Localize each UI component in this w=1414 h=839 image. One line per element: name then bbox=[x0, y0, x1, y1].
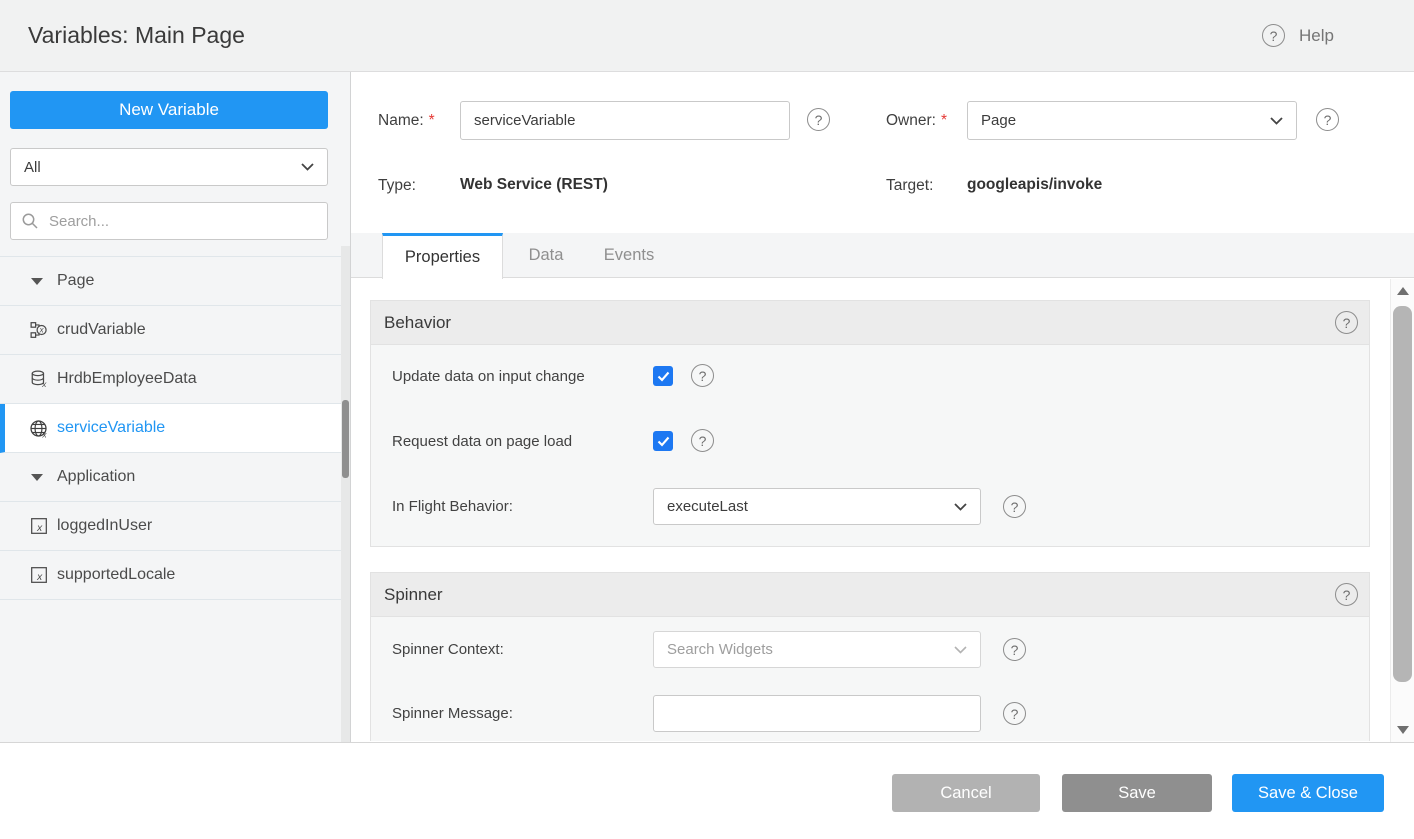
cancel-button[interactable]: Cancel bbox=[892, 774, 1040, 812]
help-button[interactable]: Help bbox=[1262, 0, 1334, 71]
group-label: Application bbox=[57, 468, 135, 486]
save-and-close-button[interactable]: Save & Close bbox=[1232, 774, 1384, 812]
name-label: Name:* bbox=[378, 101, 435, 140]
sidebar-scrollbar-thumb[interactable] bbox=[342, 400, 349, 478]
target-value: googleapis/invoke bbox=[967, 166, 1102, 204]
caret-down-icon bbox=[29, 272, 48, 291]
spinner-context-help-icon[interactable] bbox=[1003, 638, 1026, 661]
request-data-checkbox[interactable] bbox=[653, 431, 673, 451]
variable-label: loggedInUser bbox=[57, 517, 152, 535]
page-title: Variables: Main Page bbox=[28, 0, 245, 71]
sidebar-item-crudvariable[interactable]: x crudVariable bbox=[0, 306, 341, 355]
sidebar-group-page[interactable]: Page bbox=[0, 257, 341, 306]
request-data-label: Request data on page load bbox=[392, 423, 572, 460]
variable-label: HrdbEmployeeData bbox=[57, 370, 197, 388]
spinner-message-input[interactable] bbox=[653, 695, 981, 732]
behavior-help-icon[interactable] bbox=[1335, 311, 1358, 334]
help-label: Help bbox=[1299, 26, 1334, 46]
chevron-down-icon bbox=[954, 646, 967, 654]
scroll-down-icon[interactable] bbox=[1397, 726, 1409, 734]
spinner-title: Spinner bbox=[384, 585, 443, 605]
spinner-message-field bbox=[653, 695, 981, 732]
svg-text:x: x bbox=[41, 379, 47, 389]
save-button[interactable]: Save bbox=[1062, 774, 1212, 812]
variables-dialog: Variables: Main Page Help New Variable A… bbox=[0, 0, 1414, 839]
required-marker: * bbox=[941, 112, 947, 130]
name-input[interactable] bbox=[460, 101, 790, 140]
service-variable-icon: x bbox=[29, 419, 48, 438]
caret-down-icon bbox=[29, 468, 48, 487]
svg-text:x: x bbox=[41, 429, 47, 439]
chevron-down-icon bbox=[1270, 117, 1283, 125]
update-data-help-icon[interactable] bbox=[691, 364, 714, 387]
spinner-context-label: Spinner Context: bbox=[392, 631, 504, 668]
svg-text:x: x bbox=[36, 523, 43, 534]
target-label: Target: bbox=[886, 166, 933, 205]
owner-label: Owner:* bbox=[886, 101, 947, 140]
update-data-checkbox[interactable] bbox=[653, 366, 673, 386]
static-variable-icon: x bbox=[29, 566, 48, 585]
in-flight-behavior-select[interactable]: executeLast bbox=[653, 488, 981, 525]
variable-filter-value: All bbox=[24, 159, 41, 176]
update-data-label: Update data on input change bbox=[392, 358, 585, 395]
sidebar-item-hrdbemployeedata[interactable]: x HrdbEmployeeData bbox=[0, 355, 341, 404]
required-marker: * bbox=[429, 112, 435, 130]
dialog-header: Variables: Main Page Help bbox=[0, 0, 1414, 72]
owner-value: Page bbox=[981, 112, 1016, 129]
sidebar-scrollbar[interactable] bbox=[341, 246, 350, 742]
spinner-message-label: Spinner Message: bbox=[392, 695, 513, 732]
spinner-help-icon[interactable] bbox=[1335, 583, 1358, 606]
crud-variable-icon: x bbox=[29, 321, 48, 340]
in-flight-behavior-label: In Flight Behavior: bbox=[392, 488, 513, 525]
variable-search bbox=[10, 202, 328, 240]
behavior-title: Behavior bbox=[384, 313, 451, 333]
tab-properties[interactable]: Properties bbox=[382, 233, 503, 279]
variable-label: supportedLocale bbox=[57, 566, 175, 584]
request-data-help-icon[interactable] bbox=[691, 429, 714, 452]
group-label: Page bbox=[57, 272, 94, 290]
in-flight-behavior-value: executeLast bbox=[667, 498, 748, 515]
sidebar-item-loggedinuser[interactable]: x loggedInUser bbox=[0, 502, 341, 551]
content-scrollbar-thumb[interactable] bbox=[1393, 306, 1412, 682]
sidebar-item-supportedlocale[interactable]: x supportedLocale bbox=[0, 551, 341, 600]
scroll-up-icon[interactable] bbox=[1397, 287, 1409, 295]
footer-divider bbox=[0, 742, 1414, 743]
sidebar-item-servicevariable[interactable]: x serviceVariable bbox=[0, 404, 341, 453]
spinner-context-select[interactable]: Search Widgets bbox=[653, 631, 981, 668]
checkmark-icon bbox=[657, 436, 670, 447]
svg-text:x: x bbox=[36, 572, 43, 583]
variable-label: crudVariable bbox=[57, 321, 146, 339]
type-label: Type: bbox=[378, 166, 416, 205]
name-help-icon[interactable] bbox=[807, 108, 830, 131]
variable-label: serviceVariable bbox=[57, 419, 165, 437]
new-variable-button[interactable]: New Variable bbox=[10, 91, 328, 129]
checkmark-icon bbox=[657, 371, 670, 382]
variables-sidebar: New Variable All Page x crudVariable bbox=[0, 72, 351, 742]
type-value: Web Service (REST) bbox=[460, 166, 608, 204]
static-variable-icon: x bbox=[29, 517, 48, 536]
help-icon[interactable] bbox=[1262, 24, 1285, 47]
behavior-section-header: Behavior bbox=[371, 301, 1369, 345]
tab-events[interactable]: Events bbox=[598, 233, 660, 278]
content-scrollbar[interactable] bbox=[1390, 279, 1414, 742]
owner-help-icon[interactable] bbox=[1316, 108, 1339, 131]
variable-filter-select[interactable]: All bbox=[10, 148, 328, 186]
tab-data[interactable]: Data bbox=[521, 233, 571, 278]
chevron-down-icon bbox=[301, 163, 314, 171]
search-input[interactable] bbox=[10, 202, 328, 240]
spinner-section-header: Spinner bbox=[371, 573, 1369, 617]
spinner-context-placeholder: Search Widgets bbox=[667, 641, 773, 658]
behavior-section: Behavior Update data on input change Req… bbox=[370, 300, 1370, 547]
database-variable-icon: x bbox=[29, 370, 48, 389]
in-flight-behavior-help-icon[interactable] bbox=[1003, 495, 1026, 518]
owner-select[interactable]: Page bbox=[967, 101, 1297, 140]
spinner-message-help-icon[interactable] bbox=[1003, 702, 1026, 725]
tab-bar bbox=[351, 233, 1414, 278]
variable-list: Page x crudVariable x HrdbEmployeeData x… bbox=[0, 256, 341, 600]
chevron-down-icon bbox=[954, 503, 967, 511]
spinner-section: Spinner Spinner Context: Search Widgets … bbox=[370, 572, 1370, 741]
sidebar-group-application[interactable]: Application bbox=[0, 453, 341, 502]
